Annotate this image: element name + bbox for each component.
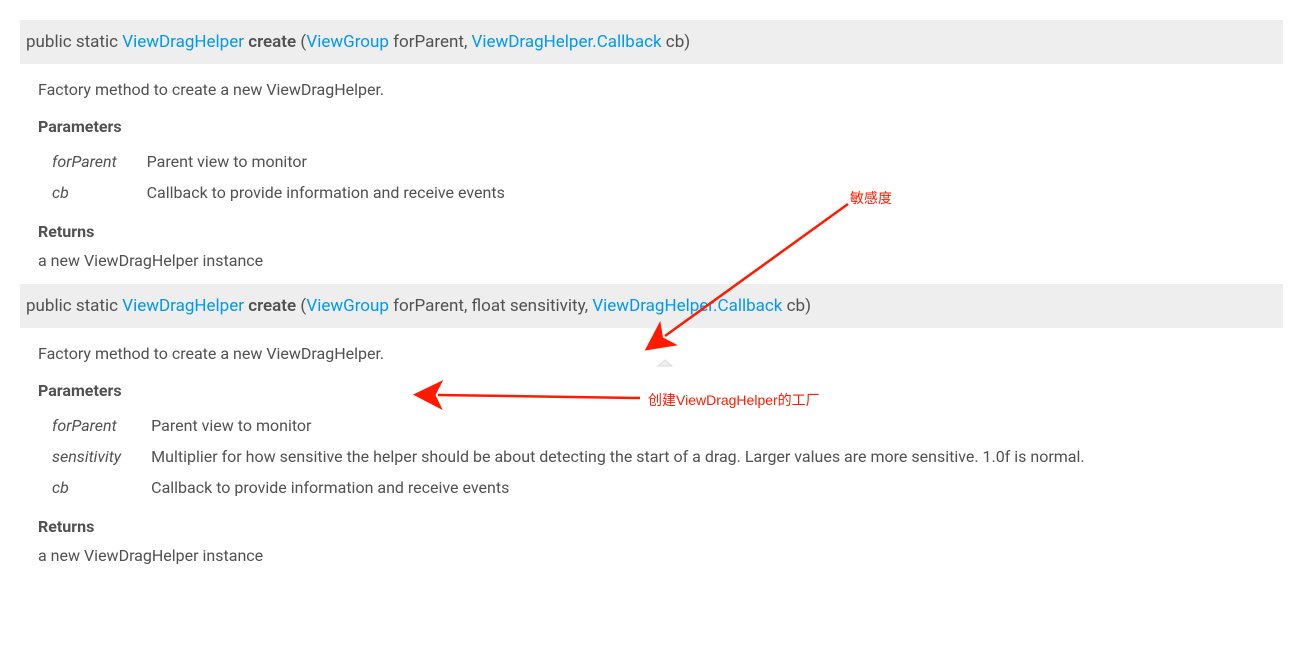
param-name: forParent <box>52 410 151 441</box>
returns-text: a new ViewDragHelper instance <box>38 251 1283 270</box>
method-signature: public static ViewDragHelper create (Vie… <box>20 20 1283 64</box>
param-desc: Parent view to monitor <box>147 146 517 177</box>
table-row: cb Callback to provide information and r… <box>52 472 1097 503</box>
method-signature: public static ViewDragHelper create (Vie… <box>20 284 1283 328</box>
table-row: forParent Parent view to monitor <box>52 146 517 177</box>
param-name: cb <box>52 472 151 503</box>
param-desc: Callback to provide information and rece… <box>147 177 517 208</box>
sig-method-name: create <box>248 296 296 316</box>
sig-param-type-link[interactable]: ViewDragHelper.Callback <box>472 32 662 52</box>
method-description: Factory method to create a new ViewDragH… <box>38 344 1283 363</box>
params-table: forParent Parent view to monitor cb Call… <box>52 146 517 208</box>
sig-return-type-link[interactable]: ViewDragHelper <box>122 32 244 52</box>
param-desc: Callback to provide information and rece… <box>151 472 1096 503</box>
method-body: Factory method to create a new ViewDragH… <box>20 344 1283 565</box>
sig-param-type-link[interactable]: ViewGroup <box>306 296 389 316</box>
method-block: public static ViewDragHelper create (Vie… <box>20 20 1283 270</box>
params-heading: Parameters <box>38 381 1283 400</box>
returns-heading: Returns <box>38 222 1283 241</box>
method-body: Factory method to create a new ViewDragH… <box>20 80 1283 270</box>
method-description: Factory method to create a new ViewDragH… <box>38 80 1283 99</box>
table-row: cb Callback to provide information and r… <box>52 177 517 208</box>
sig-param-text: forParent, float sensitivity, <box>389 296 592 316</box>
param-name: cb <box>52 177 147 208</box>
param-desc: Parent view to monitor <box>151 410 1096 441</box>
params-heading: Parameters <box>38 117 1283 136</box>
sig-method-name: create <box>248 32 296 52</box>
sig-param-text: cb) <box>782 296 811 316</box>
sig-prefix: public static <box>26 32 122 52</box>
table-row: forParent Parent view to monitor <box>52 410 1097 441</box>
table-row: sensitivity Multiplier for how sensitive… <box>52 441 1097 472</box>
returns-text: a new ViewDragHelper instance <box>38 546 1283 565</box>
param-name: sensitivity <box>52 441 151 472</box>
returns-heading: Returns <box>38 517 1283 536</box>
params-table: forParent Parent view to monitor sensiti… <box>52 410 1097 503</box>
param-desc: Multiplier for how sensitive the helper … <box>151 441 1096 472</box>
sig-open-paren: ( <box>296 296 306 316</box>
sig-param-type-link[interactable]: ViewGroup <box>306 32 389 52</box>
method-block: public static ViewDragHelper create (Vie… <box>20 284 1283 565</box>
param-name: forParent <box>52 146 147 177</box>
sig-param-text: forParent, <box>389 32 472 52</box>
sig-open-paren: ( <box>296 32 306 52</box>
sig-return-type-link[interactable]: ViewDragHelper <box>122 296 244 316</box>
sig-prefix: public static <box>26 296 122 316</box>
sig-param-text: cb) <box>662 32 691 52</box>
sig-param-type-link[interactable]: ViewDragHelper.Callback <box>592 296 782 316</box>
